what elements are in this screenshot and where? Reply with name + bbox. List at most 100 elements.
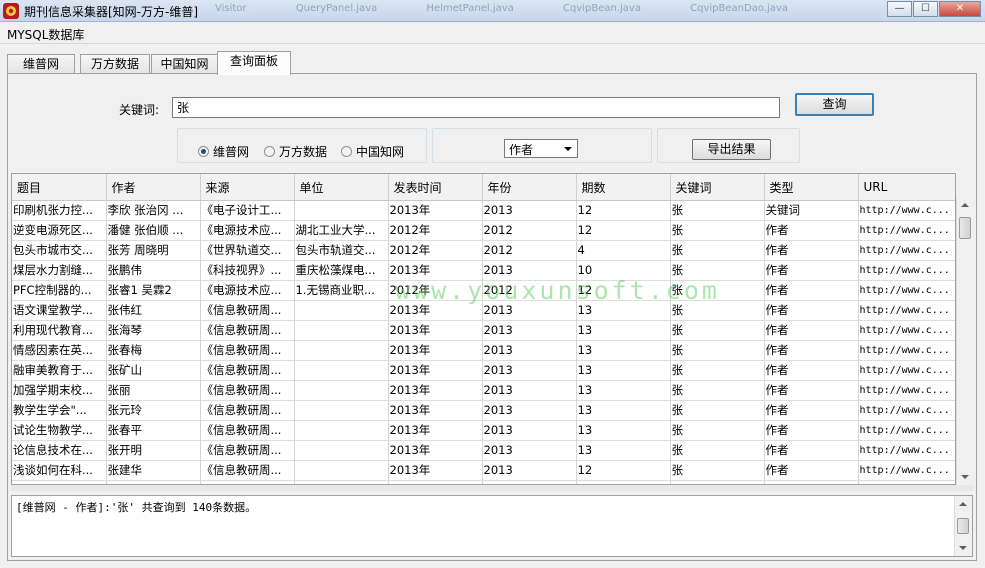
- table-cell: 浅谈如何在科...: [12, 460, 107, 481]
- table-cell: 张: [670, 320, 765, 341]
- column-header[interactable]: 关键词: [670, 174, 765, 201]
- radio-cnki[interactable]: 中国知网: [341, 143, 404, 160]
- table-cell: 2013: [482, 440, 577, 461]
- table-cell: 张: [670, 440, 765, 461]
- table-cell: 1.无锡商业职...: [294, 280, 389, 301]
- column-header[interactable]: 题目: [12, 174, 107, 201]
- table-cell: 2013: [482, 360, 577, 381]
- table-cell: 张开明: [106, 440, 201, 461]
- search-field-select[interactable]: 作者: [504, 139, 578, 158]
- column-header[interactable]: 发表时间: [388, 174, 483, 201]
- table-cell: 李欣 张治冈 ...: [106, 200, 201, 221]
- table-cell: 作者: [764, 400, 859, 421]
- window-title: 期刊信息采集器[知网-万方-维普]: [24, 5, 199, 19]
- close-button[interactable]: ✕: [939, 1, 981, 17]
- table-cell: PFC控制器的...: [12, 280, 107, 301]
- table-cell: 试论生物教学...: [12, 420, 107, 441]
- table-cell: 作者: [764, 280, 859, 301]
- table-cell: 煤层水力割缝...: [12, 260, 107, 281]
- table-cell: 包头市轨道交...: [294, 240, 389, 261]
- scroll-thumb[interactable]: [959, 217, 971, 239]
- table-cell: [294, 300, 389, 321]
- log-vertical-scrollbar[interactable]: [954, 496, 972, 556]
- table-cell: 逆变电源死区...: [12, 220, 107, 241]
- radio-weipu[interactable]: 维普网: [198, 143, 249, 160]
- table-row[interactable]: 浅谈如何在科... 张建华 《信息教研周... 2013年 2013 12 张作者 http:…: [12, 460, 955, 481]
- table-cell: [294, 340, 389, 361]
- table-cell: 语文课堂教学...: [12, 300, 107, 321]
- table-cell: 13: [576, 380, 671, 401]
- table-cell: 张: [670, 400, 765, 421]
- column-header[interactable]: 作者: [106, 174, 201, 201]
- table-row[interactable]: 印刷机张力控... 李欣 张治冈 ... 《电子设计工... 2013年 2013 12 张…: [12, 200, 955, 221]
- tab-wanfang[interactable]: 万方数据: [80, 54, 150, 73]
- table-cell: http://www.c...: [858, 280, 955, 301]
- table-cell: 2013年: [388, 460, 483, 481]
- table-cell: 《电子设计工...: [200, 200, 295, 221]
- column-header[interactable]: 来源: [200, 174, 295, 201]
- table-cell: 2013年: [388, 200, 483, 221]
- table-cell: 2013年: [388, 400, 483, 421]
- table-cell: 情感因素在英...: [12, 340, 107, 361]
- maximize-button[interactable]: ☐: [913, 1, 938, 17]
- table-cell: 2013: [482, 380, 577, 401]
- table-row[interactable]: 逆变电源死区... 潘健 张伯顺 ... 《电源技术应... 湖北工业大学... 201…: [12, 220, 955, 241]
- tab-query-panel[interactable]: 查询面板: [217, 51, 291, 75]
- radio-wanfang[interactable]: 万方数据: [264, 143, 327, 160]
- table-cell: 张丽: [106, 380, 201, 401]
- table-cell: 张睿1 吴霖2: [106, 280, 201, 301]
- table-cell: 《信息教研周...: [200, 420, 295, 441]
- scroll-up-icon[interactable]: [959, 502, 967, 506]
- table-cell: 张: [670, 240, 765, 261]
- table-cell: 13: [576, 440, 671, 461]
- menu-mysql-database[interactable]: MYSQL数据库: [7, 26, 84, 43]
- table-cell: 2013年: [388, 340, 483, 361]
- scroll-down-icon[interactable]: [959, 546, 967, 550]
- table-vertical-scrollbar[interactable]: [956, 197, 973, 485]
- table-row[interactable]: 利用现代教育... 张海琴 《信息教研周... 2013年 2013 13 张作者 http:…: [12, 320, 955, 341]
- result-log[interactable]: [维普网 - 作者]:'张' 共查询到 140条数据。: [11, 495, 973, 557]
- table-row[interactable]: 包头市城市交... 张芳 周晓明 《世界轨道交... 包头市轨道交... 2012年 20…: [12, 240, 955, 261]
- keyword-input[interactable]: [172, 97, 780, 118]
- table-cell: http://www.c...: [858, 200, 955, 221]
- export-results-button[interactable]: 导出结果: [692, 139, 771, 160]
- log-message: [维普网 - 作者]:'张' 共查询到 140条数据。: [16, 501, 257, 514]
- menu-bar: MYSQL数据库: [0, 23, 985, 44]
- table-row[interactable]: 论信息技术在... 张开明 《信息教研周... 2013年 2013 13 张作者 http:…: [12, 440, 955, 461]
- table-cell: 2013年: [388, 420, 483, 441]
- table-cell: 作者: [764, 380, 859, 401]
- background-editor-tabs: Visitor QueryPanel.java HelmetPanel.java…: [215, 3, 834, 14]
- table-cell: 作者: [764, 340, 859, 361]
- table-cell: 张伟红: [106, 300, 201, 321]
- search-button[interactable]: 查询: [795, 93, 874, 116]
- column-header[interactable]: URL: [858, 174, 955, 201]
- tab-weipu[interactable]: 维普网: [7, 54, 75, 73]
- table-row[interactable]: 教学生学会"... 张元玲 《信息教研周... 2013年 2013 13 张作者 http:…: [12, 400, 955, 421]
- scroll-thumb[interactable]: [957, 518, 969, 534]
- column-header[interactable]: 年份: [482, 174, 577, 201]
- table-cell: 《信息教研周...: [200, 380, 295, 401]
- table-cell: 作者: [764, 320, 859, 341]
- table-cell: 利用现代教育...: [12, 320, 107, 341]
- table-cell: http://www.c...: [858, 260, 955, 281]
- column-header[interactable]: 期数: [576, 174, 671, 201]
- table-cell: 2012: [482, 220, 577, 241]
- table-cell: 《信息教研周...: [200, 300, 295, 321]
- tab-cnki[interactable]: 中国知网: [151, 54, 218, 73]
- table-cell: http://www.c...: [858, 360, 955, 381]
- table-cell: 《信息教研周...: [200, 320, 295, 341]
- table-cell: 作者: [764, 260, 859, 281]
- scroll-down-icon[interactable]: [961, 475, 969, 479]
- table-row[interactable]: 试论生物教学... 张春平 《信息教研周... 2013年 2013 13 张作者 http:…: [12, 420, 955, 441]
- column-header[interactable]: 单位: [294, 174, 389, 201]
- table-row[interactable]: 融审美教育于... 张矿山 《信息教研周... 2013年 2013 13 张作者 http:…: [12, 360, 955, 381]
- scroll-up-icon[interactable]: [961, 203, 969, 207]
- table-cell: 张: [670, 380, 765, 401]
- table-cell: 12: [576, 460, 671, 481]
- column-header[interactable]: 类型: [764, 174, 859, 201]
- table-cell: 加强学期末校...: [12, 380, 107, 401]
- table-horizontal-scrollbar[interactable]: [11, 485, 973, 491]
- table-row[interactable]: 情感因素在英... 张春梅 《信息教研周... 2013年 2013 13 张作者 http:…: [12, 340, 955, 361]
- minimize-button[interactable]: —: [887, 1, 912, 17]
- table-row[interactable]: 加强学期末校... 张丽 《信息教研周... 2013年 2013 13 张作者 http:/…: [12, 380, 955, 401]
